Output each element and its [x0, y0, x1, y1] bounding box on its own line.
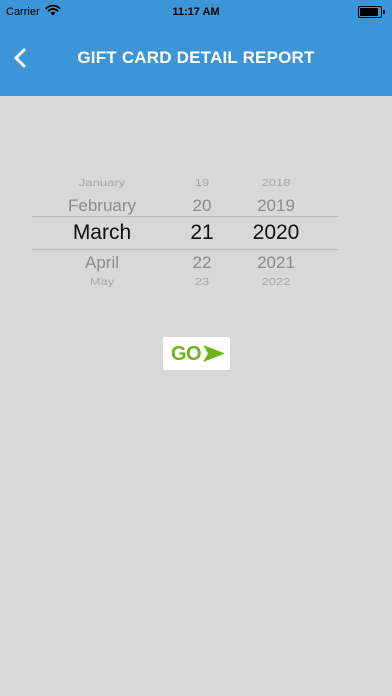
picker-month-item[interactable]: April — [42, 253, 162, 273]
picker-day-item[interactable]: 19 — [182, 177, 222, 188]
page-title: GIFT CARD DETAIL REPORT — [77, 48, 315, 67]
battery-icon — [358, 6, 385, 18]
picker-day-item[interactable]: 20 — [182, 196, 222, 216]
status-bar: Carrier 11:17 AM — [0, 0, 392, 22]
battery-fill — [360, 8, 378, 16]
picker-year-item[interactable]: 2019 — [244, 196, 308, 216]
picker-month-item[interactable]: January — [42, 177, 162, 188]
date-picker[interactable]: January February March April May 19 20 2… — [32, 168, 338, 292]
arrow-right-icon — [203, 345, 225, 362]
picker-month-selected[interactable]: March — [42, 221, 162, 245]
picker-year-column[interactable]: 2018 2019 2020 2021 2022 — [244, 168, 308, 292]
picker-year-item[interactable]: 2022 — [244, 276, 308, 287]
status-time: 11:17 AM — [172, 6, 220, 18]
go-button-label: GO — [171, 343, 202, 365]
picker-year-item[interactable]: 2021 — [244, 253, 308, 273]
go-button[interactable]: GO — [163, 337, 230, 370]
header-bar: Carrier 11:17 AM GIFT CARD DETAIL REPORT — [0, 0, 392, 96]
picker-day-item[interactable]: 23 — [182, 276, 222, 287]
picker-year-item[interactable]: 2018 — [244, 177, 308, 188]
picker-month-column[interactable]: January February March April May — [42, 168, 162, 292]
picker-day-column[interactable]: 19 20 21 22 23 — [182, 168, 222, 292]
picker-month-item[interactable]: May — [42, 276, 162, 287]
picker-day-item[interactable]: 22 — [182, 253, 222, 273]
picker-year-selected[interactable]: 2020 — [244, 221, 308, 245]
navigation-bar: GIFT CARD DETAIL REPORT — [0, 22, 392, 96]
picker-month-item[interactable]: February — [42, 196, 162, 216]
picker-day-selected[interactable]: 21 — [182, 221, 222, 245]
